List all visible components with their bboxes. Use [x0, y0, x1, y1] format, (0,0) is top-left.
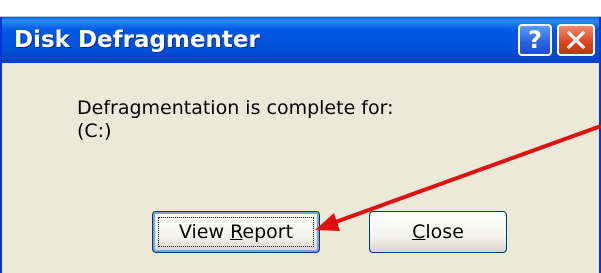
- dialog-title: Disk Defragmenter: [14, 27, 260, 53]
- titlebar-close-button[interactable]: [557, 24, 595, 56]
- titlebar: Disk Defragmenter ?: [2, 17, 599, 63]
- close-x-icon: [567, 31, 585, 49]
- view-report-button[interactable]: View Report: [152, 211, 320, 253]
- help-button[interactable]: ?: [518, 24, 552, 56]
- message-line-2: (C:): [77, 120, 112, 142]
- close-label: Close: [412, 221, 464, 243]
- top-strip: [0, 0, 601, 17]
- dialog-window: Disk Defragmenter ? Defragmentation is c…: [0, 17, 601, 273]
- close-button[interactable]: Close: [369, 211, 507, 253]
- help-icon: ?: [528, 26, 542, 54]
- view-report-label: View Report: [178, 221, 294, 243]
- message-line-1: Defragmentation is complete for:: [77, 97, 394, 119]
